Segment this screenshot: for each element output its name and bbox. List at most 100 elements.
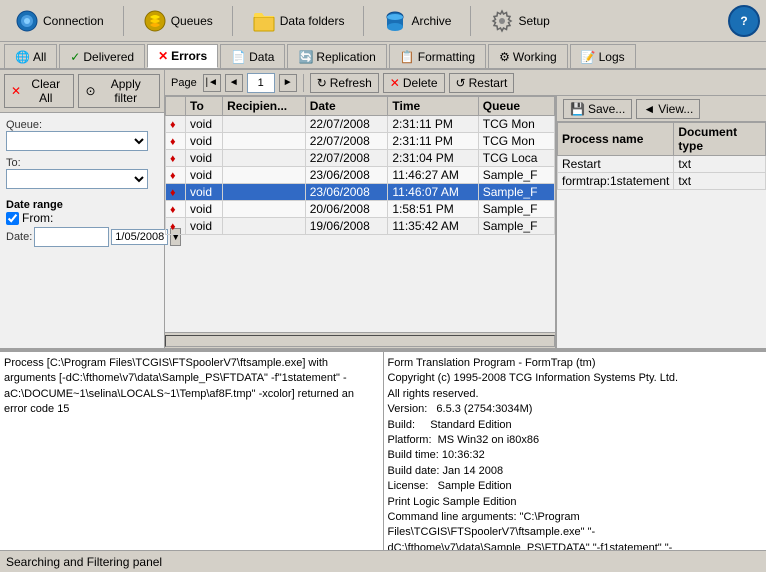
save-button[interactable]: 💾 Save... — [563, 99, 632, 119]
tab-errors[interactable]: ✕ Errors — [147, 44, 218, 68]
to-select[interactable] — [6, 169, 148, 189]
archive-label: Archive — [411, 14, 451, 28]
apply-filter-button[interactable]: ⊙ Apply filter — [78, 74, 160, 108]
tab-all-label: All — [33, 50, 46, 64]
row-error-icon: ♦ — [166, 116, 186, 133]
from-checkbox[interactable] — [6, 212, 19, 225]
restart-button[interactable]: ↺ Restart — [449, 73, 515, 93]
col-queue[interactable]: Queue — [478, 97, 554, 116]
formatting-icon: 📋 — [400, 50, 415, 64]
table-row[interactable]: ♦void23/06/200811:46:27 AMSample_F — [166, 167, 555, 184]
clear-all-label: Clear All — [24, 77, 67, 105]
table-row[interactable]: ♦void23/06/200811:46:07 AMSample_F — [166, 184, 555, 201]
table-row[interactable]: ♦void20/06/20081:58:51 PMSample_F — [166, 201, 555, 218]
prev-page-button[interactable]: ◄ — [225, 74, 243, 92]
tab-delivered[interactable]: ✓ Delivered — [59, 44, 145, 68]
col-to-text[interactable]: To — [186, 97, 223, 116]
next-page-button[interactable]: ► — [279, 74, 297, 92]
process-col-name[interactable]: Process name — [558, 123, 674, 156]
data-icon: 📄 — [231, 50, 246, 64]
tab-formatting[interactable]: 📋 Formatting — [389, 44, 486, 68]
col-to[interactable] — [166, 97, 186, 116]
process-table: Process name Document type Restarttxtfor… — [557, 122, 766, 190]
tab-replication[interactable]: 🔄 Replication — [287, 44, 386, 68]
connection-label: Connection — [43, 14, 104, 28]
process-scroll[interactable]: Process name Document type Restarttxtfor… — [557, 122, 766, 348]
filter-icon: ⊙ — [85, 84, 95, 98]
table-row[interactable]: ♦void22/07/20082:31:04 PMTCG Loca — [166, 150, 555, 167]
refresh-button[interactable]: ↻ Refresh — [310, 73, 379, 93]
tab-replication-label: Replication — [316, 50, 375, 64]
tab-working[interactable]: ⚙ Working — [488, 44, 568, 68]
queues-button[interactable]: Queues — [134, 5, 222, 37]
clear-all-button[interactable]: ✕ Clear All — [4, 74, 74, 108]
setup-label: Setup — [518, 14, 549, 28]
bottom-right-panel[interactable]: Form Translation Program - FormTrap (tm)… — [384, 352, 766, 550]
to-field-group: To: — [6, 157, 158, 189]
delete-button[interactable]: ✕ Delete — [383, 73, 445, 93]
separator — [363, 6, 364, 36]
tab-formatting-label: Formatting — [418, 50, 475, 64]
working-icon: ⚙ — [499, 50, 510, 64]
process-table-row[interactable]: Restarttxt — [558, 156, 766, 173]
col-recipient[interactable]: Recipien... — [223, 97, 306, 116]
cell-recipient — [223, 150, 306, 167]
cell-date: 22/07/2008 — [305, 133, 388, 150]
cell-queue: Sample_F — [478, 218, 554, 235]
from-label: From: — [22, 211, 53, 225]
refresh-icon: ↻ — [317, 76, 327, 90]
tab-logs[interactable]: 📝 Logs — [570, 44, 636, 68]
queue-label: Queue: — [6, 119, 158, 131]
process-panel: 💾 Save... ◄ View... Process name — [556, 96, 766, 348]
cell-to: void — [186, 218, 223, 235]
table-scroll[interactable]: To Recipien... Date Time Queue ♦void22/0… — [165, 96, 555, 332]
cell-to: void — [186, 150, 223, 167]
row-error-icon: ♦ — [166, 133, 186, 150]
cell-recipient — [223, 184, 306, 201]
col-date[interactable]: Date — [305, 97, 388, 116]
cell-queue: Sample_F — [478, 184, 554, 201]
cell-queue: TCG Mon — [478, 133, 554, 150]
cell-queue: Sample_F — [478, 201, 554, 218]
cell-date: 19/06/2008 — [305, 218, 388, 235]
connection-button[interactable]: Connection — [6, 5, 113, 37]
status-bar-text: Searching and Filtering panel — [6, 555, 162, 569]
separator — [123, 6, 124, 36]
cell-date: 23/06/2008 — [305, 167, 388, 184]
setup-icon — [490, 9, 514, 33]
table-row[interactable]: ♦void22/07/20082:31:11 PMTCG Mon — [166, 116, 555, 133]
cell-recipient — [223, 218, 306, 235]
connection-icon — [15, 9, 39, 33]
cell-recipient — [223, 167, 306, 184]
upper-area: ✕ Clear All ⊙ Apply filter Queue: To: — [0, 70, 766, 350]
cell-queue: TCG Mon — [478, 116, 554, 133]
process-cell-document_type: txt — [674, 156, 766, 173]
view-button[interactable]: ◄ View... — [636, 99, 700, 119]
cell-date: 23/06/2008 — [305, 184, 388, 201]
process-col-type[interactable]: Document type — [674, 123, 766, 156]
process-cell-document_type: txt — [674, 173, 766, 190]
data-folders-button[interactable]: Data folders — [243, 5, 354, 37]
date-input[interactable] — [34, 227, 109, 247]
bottom-left-panel[interactable]: Process [C:\Program Files\TCGIS\FTSpoole… — [0, 352, 384, 550]
page-number-input[interactable] — [247, 73, 275, 93]
col-time[interactable]: Time — [388, 97, 478, 116]
table-row[interactable]: ♦void19/06/200811:35:42 AMSample_F — [166, 218, 555, 235]
queue-select[interactable] — [6, 131, 148, 151]
table-row[interactable]: ♦void22/07/20082:31:11 PMTCG Mon — [166, 133, 555, 150]
horizontal-scrollbar[interactable] — [165, 332, 555, 348]
tab-all[interactable]: 🌐 All — [4, 44, 57, 68]
cell-to: void — [186, 201, 223, 218]
tab-data[interactable]: 📄 Data — [220, 44, 285, 68]
row-error-icon: ♦ — [166, 218, 186, 235]
row-error-icon: ♦ — [166, 150, 186, 167]
cell-time: 1:58:51 PM — [388, 201, 478, 218]
process-table-row[interactable]: formtrap:1statementtxt — [558, 173, 766, 190]
tab-bar: 🌐 All ✓ Delivered ✕ Errors 📄 Data 🔄 Repl… — [0, 42, 766, 70]
save-label: Save... — [588, 102, 625, 116]
cell-date: 22/07/2008 — [305, 116, 388, 133]
first-page-button[interactable]: |◄ — [203, 74, 221, 92]
archive-button[interactable]: Archive — [374, 5, 460, 37]
help-button[interactable]: ? — [728, 5, 760, 37]
setup-button[interactable]: Setup — [481, 5, 558, 37]
